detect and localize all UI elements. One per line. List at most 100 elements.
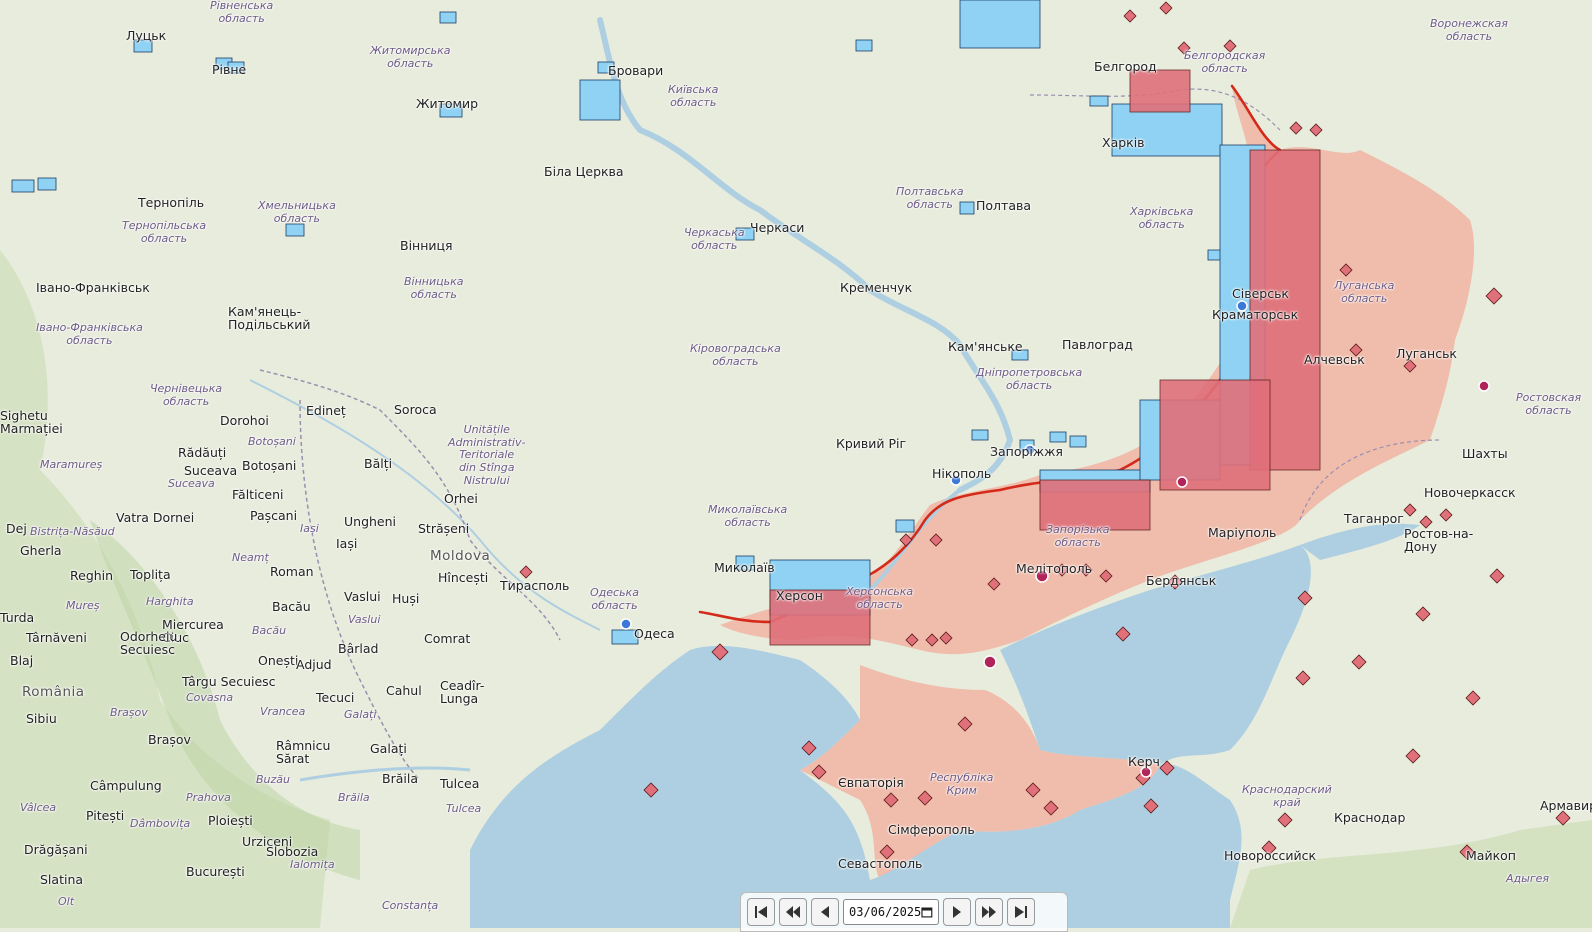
city-label: Botoșani <box>242 458 297 473</box>
city-label: Tulcea <box>440 776 480 791</box>
region-label: Bistrița-Năsăud <box>30 525 115 538</box>
region-label: Херсонська область <box>846 585 914 611</box>
city-label: Керч <box>1128 754 1160 769</box>
chevron-right-icon <box>953 906 961 918</box>
city-label: Roman <box>270 564 314 579</box>
chevron-left-icon <box>821 906 829 918</box>
city-label: Vaslui <box>344 589 381 604</box>
region-label: Хмельницька область <box>258 199 336 225</box>
region-label: Prahova <box>186 791 231 804</box>
city-label: Râmnicu Sărat <box>276 738 331 766</box>
last-date-button[interactable] <box>1007 898 1035 926</box>
city-label: Sighetu Marmației <box>0 408 63 436</box>
city-label: Edineț <box>306 403 346 418</box>
city-label: Drăgășani <box>24 842 88 857</box>
city-label: Харків <box>1102 135 1145 150</box>
city-label: Strășeni <box>418 521 470 536</box>
city-label: Ungheni <box>344 514 397 529</box>
region-label: Brașov <box>110 706 148 719</box>
city-label: Turda <box>0 610 35 625</box>
city-label: Вінниця <box>400 238 453 253</box>
city-label: Ceadîr- Lunga <box>440 678 485 706</box>
city-label: Миколаїв <box>714 560 775 575</box>
region-label: Харківська область <box>1130 205 1194 231</box>
city-label: Севастополь <box>838 856 923 871</box>
city-label: Comrat <box>424 631 471 646</box>
city-label: Dej <box>6 521 27 536</box>
city-label: Bârlad <box>338 641 379 656</box>
city-label: Pașcani <box>250 508 298 523</box>
country-label: Moldova <box>430 548 491 564</box>
city-label: Луганськ <box>1396 346 1457 361</box>
city-label: Onești <box>258 653 299 668</box>
region-label: Запорізька область <box>1046 523 1110 549</box>
region-label: Житомирська область <box>370 44 451 70</box>
first-date-button[interactable] <box>747 898 775 926</box>
region-label: Рівненська область <box>210 0 274 25</box>
city-label: Huși <box>392 591 420 606</box>
city-label: Galați <box>370 741 407 756</box>
city-label: Сімферополь <box>888 822 975 837</box>
city-label: Brașov <box>148 732 191 747</box>
region-label: Iași <box>300 522 319 535</box>
region-label: Buzău <box>256 773 291 786</box>
city-label: Маріуполь <box>1208 525 1277 540</box>
skip-to-end-icon <box>1015 906 1027 918</box>
step-forward-fast-button[interactable] <box>975 898 1003 926</box>
region-label: Черкаська область <box>684 226 745 252</box>
region-label: Ialomița <box>290 858 335 871</box>
date-input[interactable]: 03/06/2025 <box>843 899 939 925</box>
region-label: Тернопільська область <box>122 219 207 245</box>
city-label: Рівне <box>212 62 247 77</box>
city-label: Шахты <box>1462 446 1508 461</box>
city-label: Pitești <box>86 808 125 823</box>
region-label: Constanța <box>382 899 439 912</box>
region-label: Olt <box>58 895 75 908</box>
region-label: Vaslui <box>348 613 381 626</box>
city-label: Павлоград <box>1062 337 1133 352</box>
city-label: Gherla <box>20 543 62 558</box>
region-label: Миколаївська область <box>708 503 788 529</box>
city-label: Suceava <box>184 463 238 478</box>
region-label: Harghita <box>146 595 194 608</box>
city-label: Одеса <box>634 626 675 641</box>
city-label: Черкаси <box>750 220 805 235</box>
step-forward-button[interactable] <box>943 898 971 926</box>
city-label: Херсон <box>776 588 823 603</box>
region-label: Дніпропетровська область <box>976 366 1083 392</box>
city-label: Краматорськ <box>1212 307 1299 322</box>
city-label: Кам'янець- Подільський <box>228 304 311 332</box>
map-canvas[interactable] <box>0 0 1592 928</box>
city-label: Cahul <box>386 683 422 698</box>
country-label: România <box>22 684 85 700</box>
city-label: Blaj <box>10 653 34 668</box>
city-label: Toplița <box>130 567 171 582</box>
step-back-button[interactable] <box>811 898 839 926</box>
step-back-fast-button[interactable] <box>779 898 807 926</box>
city-label: Slatina <box>40 872 84 887</box>
region-label: Botoșani <box>248 435 296 448</box>
region-label: Dâmbovița <box>130 817 191 830</box>
city-label: Bălți <box>364 456 393 471</box>
skip-to-start-icon <box>755 906 767 918</box>
region-label: Maramureș <box>40 458 103 471</box>
city-label: Мелітополь <box>1016 561 1093 576</box>
calendar-icon <box>921 907 933 918</box>
city-label: Vatra Dornei <box>116 510 195 525</box>
region-label: Neamț <box>232 551 269 564</box>
date-value: 03/06/2025 <box>849 905 922 919</box>
city-label: Сіверськ <box>1232 286 1289 301</box>
city-label: Кременчук <box>840 280 913 295</box>
region-label: Mureș <box>66 599 100 612</box>
city-label: Odorheiu Secuiesc <box>120 629 178 657</box>
timeline-controls: 03/06/2025 <box>740 892 1068 932</box>
city-label: Bacău <box>272 599 311 614</box>
city-label: Белгород <box>1094 59 1157 74</box>
region-label: Bacău <box>252 624 287 637</box>
region-label: Tulcea <box>446 802 482 815</box>
city-label: Івано-Франківськ <box>36 280 150 295</box>
region-label: Одеська область <box>590 586 639 612</box>
region-label: Івано-Франківська область <box>36 321 143 347</box>
city-label: Кам'янське <box>948 339 1023 354</box>
region-label: Unitățile Administrativ- Teritoriale din… <box>448 423 526 487</box>
